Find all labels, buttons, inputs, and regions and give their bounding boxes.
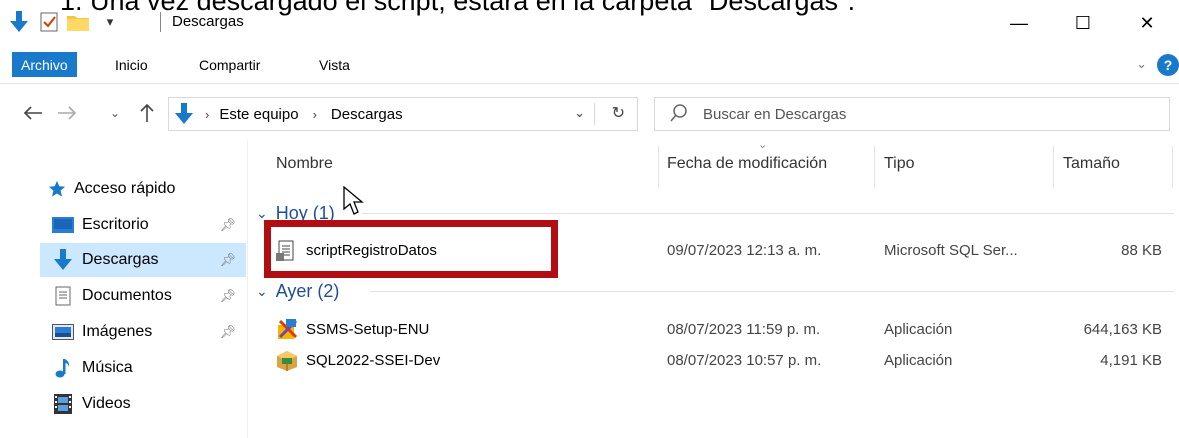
column-divider[interactable]: [874, 146, 875, 188]
title-divider: [160, 12, 161, 32]
mouse-cursor-icon: [343, 185, 365, 216]
star-icon: [46, 179, 68, 199]
title-bar: ▾ Descargas — ☐ ✕: [0, 0, 1179, 44]
properties-checkbox-icon[interactable]: [38, 10, 60, 34]
back-arrow-icon[interactable]: [20, 101, 46, 125]
collapse-chevron-icon[interactable]: ⌄: [256, 283, 268, 300]
file-name: SSMS-Setup-ENU: [306, 321, 430, 338]
column-header-fecha[interactable]: Fecha de modificación: [667, 155, 827, 173]
column-header-nombre[interactable]: Nombre: [276, 155, 333, 173]
breadcrumb-chevron-icon[interactable]: ›: [313, 107, 317, 122]
installer-icon: [276, 319, 298, 341]
search-input[interactable]: Buscar en Descargas: [703, 106, 846, 123]
new-folder-icon[interactable]: [64, 10, 92, 34]
search-box[interactable]: Buscar en Descargas: [654, 97, 1170, 131]
file-date: 08/07/2023 11:59 p. m.: [667, 321, 821, 338]
refresh-icon[interactable]: ↻: [612, 103, 625, 123]
sort-chevron-icon: ⌄: [758, 139, 768, 151]
download-arrow-icon: [8, 10, 30, 34]
sidebar-item-descargas[interactable]: Descargas 📌︎: [40, 243, 246, 277]
up-arrow-icon[interactable]: [134, 101, 160, 125]
ribbon-tabs: Archivo Inicio Compartir Vista ⌄ ?: [0, 48, 1179, 81]
sidebar-item-imagenes[interactable]: Imágenes 📌︎: [52, 315, 246, 349]
sidebar-item-label: Imágenes: [82, 323, 153, 340]
ribbon-divider: [0, 83, 1179, 84]
pin-icon[interactable]: 📌︎: [219, 324, 236, 340]
sidebar-item-label: Documentos: [82, 287, 172, 304]
group-divider: [362, 213, 1174, 214]
column-header-tipo[interactable]: Tipo: [884, 155, 915, 173]
sidebar-item-label: Videos: [82, 395, 131, 412]
minimize-button[interactable]: —: [996, 8, 1042, 38]
file-date: 08/07/2023 10:57 p. m.: [667, 352, 822, 369]
address-bar[interactable]: › Este equipo › Descargas ⌄ ↻: [168, 97, 638, 131]
file-name: SQL2022-SSEI-Dev: [306, 352, 441, 369]
highlight-box: [264, 220, 558, 278]
pictures-icon: [52, 322, 74, 342]
column-divider[interactable]: [658, 146, 659, 188]
tab-vista[interactable]: Vista: [311, 52, 358, 77]
sidebar-item-videos[interactable]: Videos: [52, 387, 246, 421]
downloads-icon: [52, 249, 74, 270]
sidebar-item-musica[interactable]: Música: [52, 351, 246, 385]
breadcrumb-chevron-icon[interactable]: ›: [205, 107, 209, 122]
pin-icon[interactable]: 📌︎: [219, 288, 236, 304]
table-row[interactable]: SSMS-Setup-ENU 08/07/2023 11:59 p. m. Ap…: [260, 315, 1172, 345]
tab-inicio[interactable]: Inicio: [107, 52, 156, 77]
group-divider: [370, 291, 1174, 292]
sidebar-item-escritorio[interactable]: Escritorio 📌︎: [52, 208, 246, 242]
sidebar-item-acceso-rapido[interactable]: Acceso rápido: [46, 172, 252, 206]
sidebar-item-documentos[interactable]: Documentos 📌︎: [52, 279, 246, 313]
customize-toolbar-icon[interactable]: ▾: [100, 10, 120, 34]
file-type: Aplicación: [884, 352, 953, 369]
expand-ribbon-chevron-icon[interactable]: ⌄: [1136, 56, 1147, 72]
column-divider[interactable]: [1053, 146, 1054, 188]
music-note-icon: [52, 358, 74, 378]
breadcrumb-este-equipo[interactable]: Este equipo: [219, 106, 298, 123]
package-icon: [276, 350, 298, 372]
window-title: Descargas: [172, 13, 244, 30]
help-icon[interactable]: ?: [1157, 54, 1179, 76]
address-dropdown-chevron-icon[interactable]: ⌄: [574, 105, 585, 121]
breadcrumb-descargas[interactable]: Descargas: [331, 106, 403, 123]
column-header-tamano[interactable]: Tamaño: [1063, 155, 1120, 173]
column-divider[interactable]: [1172, 146, 1173, 188]
group-header-ayer[interactable]: ⌄ Ayer (2): [256, 276, 339, 306]
table-row[interactable]: SQL2022-SSEI-Dev 08/07/2023 10:57 p. m. …: [260, 346, 1172, 376]
desktop-icon: [52, 215, 74, 235]
maximize-button[interactable]: ☐: [1060, 8, 1106, 38]
sidebar-item-label: Música: [82, 359, 133, 376]
file-type: Aplicación: [884, 321, 953, 338]
collapse-chevron-icon[interactable]: ⌄: [256, 205, 268, 222]
sidebar-item-label: Escritorio: [82, 216, 149, 233]
tab-archivo[interactable]: Archivo: [12, 52, 77, 77]
pin-icon[interactable]: 📌︎: [219, 252, 236, 268]
sidebar-item-label: Acceso rápido: [74, 180, 176, 197]
film-strip-icon: [52, 394, 74, 414]
recent-locations-chevron-icon[interactable]: ⌄: [106, 101, 124, 125]
search-icon: [669, 103, 691, 125]
file-date: 09/07/2023 12:13 a. m.: [667, 242, 822, 259]
file-size: 88 KB: [1121, 242, 1162, 259]
group-label: Ayer (2): [275, 280, 340, 301]
address-divider: [594, 103, 595, 125]
tab-compartir[interactable]: Compartir: [191, 52, 268, 77]
documents-icon: [52, 286, 74, 306]
file-size: 644,163 KB: [1083, 321, 1162, 338]
forward-arrow-icon[interactable]: [54, 101, 80, 125]
downloads-location-icon: [175, 103, 195, 125]
file-size: 4,191 KB: [1100, 352, 1162, 369]
pin-icon[interactable]: 📌︎: [219, 217, 236, 233]
close-button[interactable]: ✕: [1124, 8, 1170, 38]
file-type: Microsoft SQL Ser...: [884, 242, 1018, 259]
sidebar-item-label: Descargas: [82, 251, 159, 268]
